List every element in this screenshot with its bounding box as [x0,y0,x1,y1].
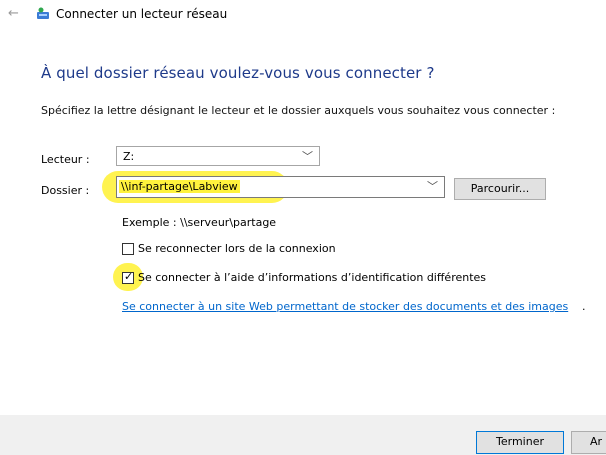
credentials-checkbox-label[interactable]: Se connecter à l’aide d’informations d’i… [138,271,486,284]
drive-label: Lecteur : [41,153,90,166]
checkmark-icon: ✓ [124,270,134,283]
cancel-button[interactable]: Ar [571,431,606,454]
drive-select[interactable]: Z: ﹀ [116,146,320,166]
website-storage-link[interactable]: Se connecter à un site Web permettant de… [122,300,568,313]
credentials-checkbox[interactable]: ✓ [122,270,134,284]
folder-input-value: \\inf-partage\Labview [119,180,240,193]
network-drive-icon [37,7,49,19]
finish-button[interactable]: Terminer [476,431,564,454]
back-arrow-button[interactable]: ← [8,6,19,21]
window-title: Connecter un lecteur réseau [56,7,228,21]
chevron-down-icon: ﹀ [302,150,313,163]
page-heading: À quel dossier réseau voulez-vous vous c… [41,64,435,82]
drive-select-value: Z: [123,150,135,163]
browse-button[interactable]: Parcourir... [454,178,546,200]
link-period: . [582,300,586,313]
reconnect-checkbox-label[interactable]: Se reconnecter lors de la connexion [138,242,336,255]
reconnect-checkbox[interactable] [122,243,134,255]
folder-input[interactable]: \\inf-partage\Labview ﹀ [116,176,445,198]
chevron-down-icon[interactable]: ﹀ [427,178,438,194]
example-text: Exemple : \\serveur\partage [122,216,277,229]
folder-label: Dossier : [41,184,90,197]
instructions-text: Spécifiez la lettre désignant le lecteur… [41,104,556,117]
